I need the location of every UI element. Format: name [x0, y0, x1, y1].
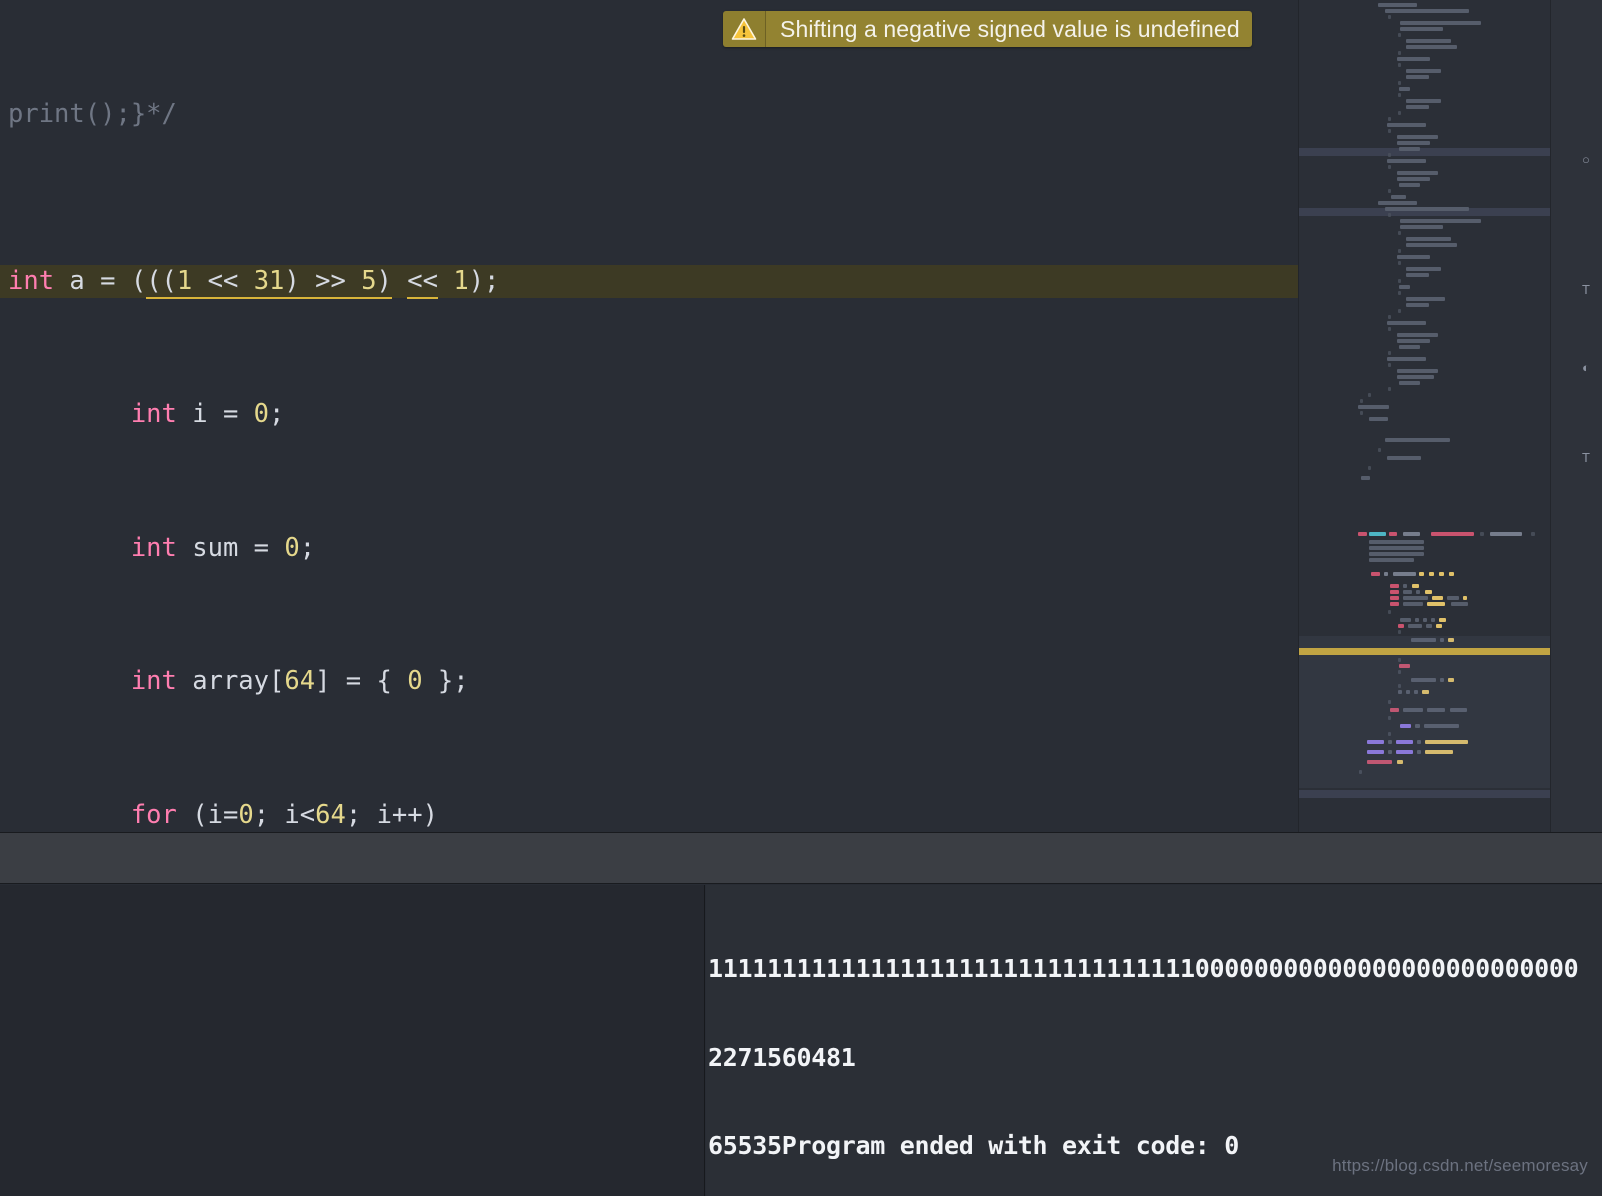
source-watermark: https://blog.csdn.net/seemoresay [1332, 1156, 1588, 1175]
token-op-assign: = [100, 265, 131, 296]
debug-toolbar-strip[interactable] [0, 832, 1602, 884]
minimap-warning-row [1299, 648, 1559, 655]
inline-warning-banner[interactable]: Shifting a negative signed value is unde… [723, 11, 1252, 47]
code-line-int-i[interactable]: int i = 0; [0, 398, 1298, 431]
console-output-pane[interactable]: 1111111111111111111111111111111110000000… [706, 885, 1602, 1196]
scrollbar-marker-2: T [1582, 282, 1590, 297]
scrollbar-marker-1: ○ [1582, 152, 1590, 167]
code-line-warning[interactable]: int a = (((1 << 31) >> 5) << 1); [0, 264, 1298, 299]
code-line-for-ascending[interactable]: for (i=0; i<64; i++) [0, 799, 1298, 832]
code-line-array-decl[interactable]: int array[64] = { 0 }; [0, 665, 1298, 698]
code-line-clipped-comment[interactable]: print();}*/ [0, 98, 1298, 131]
code-surface[interactable]: print();}*/ int a = (((1 << 31) >> 5) <<… [0, 0, 1298, 832]
warning-triangle-icon [723, 11, 766, 47]
token-ident-a: a [54, 265, 101, 296]
editor-area: print();}*/ int a = (((1 << 31) >> 5) <<… [0, 0, 1602, 832]
code-minimap[interactable]: ○ T ◐ T [1298, 0, 1602, 832]
xcode-editor-window: print();}*/ int a = (((1 << 31) >> 5) <<… [0, 0, 1602, 1196]
console-line-binary: 1111111111111111111111111111111110000000… [708, 954, 1579, 983]
console-output-text: 1111111111111111111111111111111110000000… [708, 895, 1602, 1196]
console-area: 1111111111111111111111111111111110000000… [0, 885, 1602, 1196]
token-paren-open: ( [130, 265, 147, 296]
token-underlined-expr: ((1 << 31) >> 5) [146, 265, 392, 299]
code-line-int-sum[interactable]: int sum = 0; [0, 532, 1298, 565]
editor-scrollbar[interactable]: ○ T ◐ T [1550, 0, 1602, 832]
code-line-list: print();}*/ int a = (((1 << 31) >> 5) <<… [0, 0, 1298, 832]
scrollbar-marker-3: ◐ [1582, 360, 1590, 375]
warning-message: Shifting a negative signed value is unde… [766, 11, 1252, 47]
token-keyword-int: int [8, 265, 55, 296]
comment-text: print();}*/ [8, 98, 177, 129]
debug-variables-pane[interactable] [0, 885, 705, 1196]
scrollbar-marker-4: T [1582, 450, 1590, 465]
token-underlined-shift: << [407, 265, 438, 299]
console-line-decimal: 2271560481 [708, 1042, 856, 1072]
minimap-viewport-indicator[interactable] [1299, 636, 1559, 788]
